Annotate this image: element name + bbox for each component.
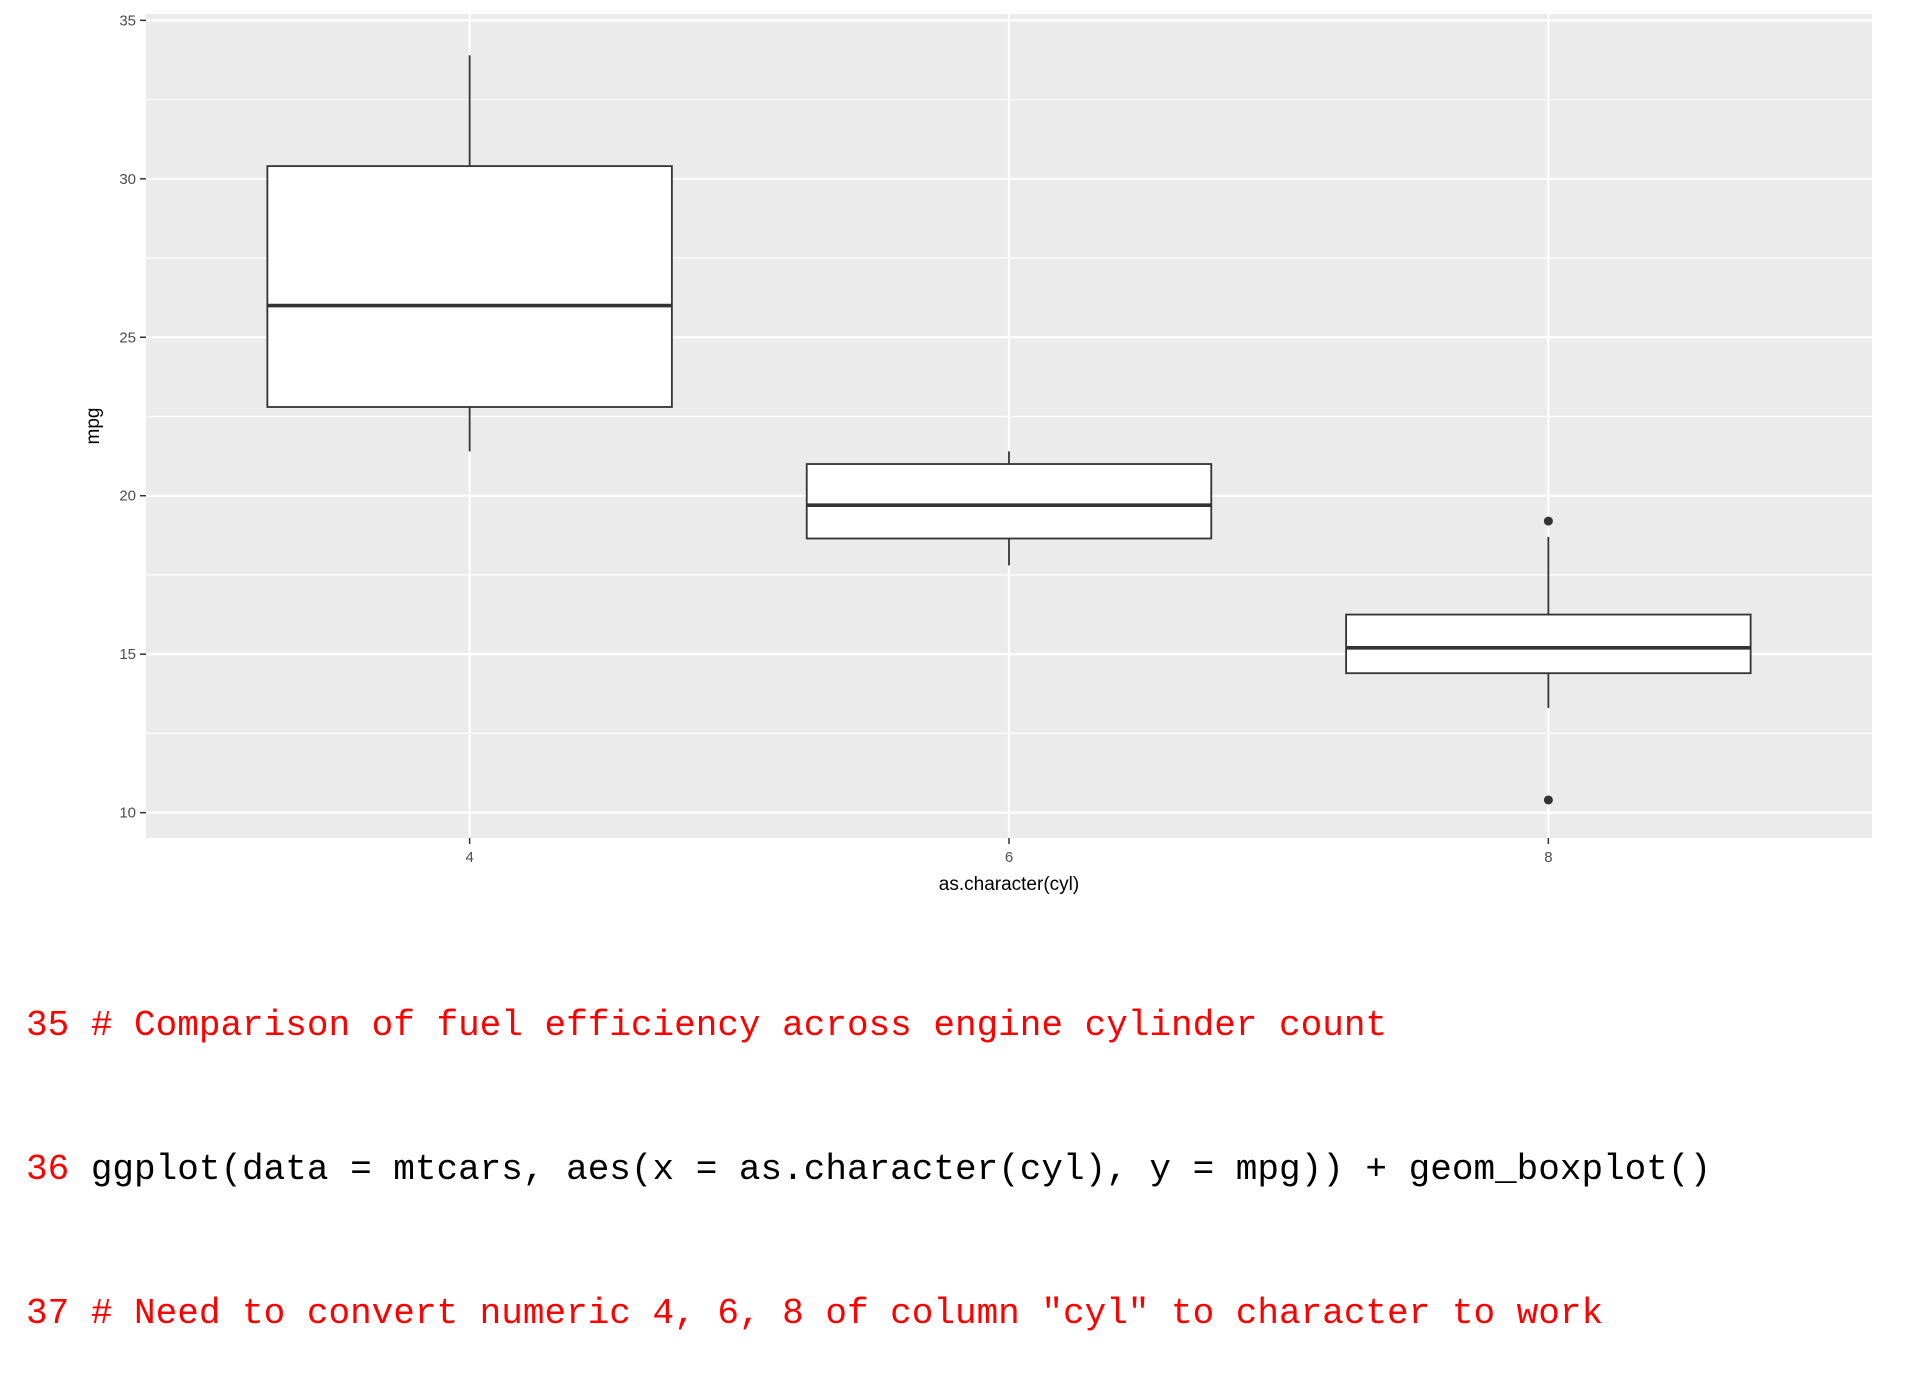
x-tick-label: 8	[1544, 849, 1552, 866]
line-number: 36	[26, 1149, 70, 1190]
y-tick-label: 30	[119, 171, 136, 188]
y-tick-label: 20	[119, 488, 136, 505]
x-axis-title: as.character(cyl)	[939, 874, 1079, 895]
code-line-36: 36 ggplot(data = mtcars, aes(x = as.char…	[26, 1146, 1711, 1194]
y-axis: 10 15 20 25 30 35	[119, 12, 146, 822]
code-line-37: 37 # Need to convert numeric 4, 6, 8 of …	[26, 1290, 1711, 1338]
outlier-point	[1543, 516, 1553, 526]
code-text: # Need to convert numeric 4, 6, 8 of col…	[69, 1293, 1604, 1334]
code-text: ggplot(data = mtcars, aes(x = as.charact…	[69, 1149, 1712, 1190]
y-axis-title: mpg	[83, 408, 104, 445]
x-tick-label: 6	[1005, 849, 1013, 866]
y-tick-label: 10	[119, 805, 136, 822]
y-tick-label: 35	[119, 12, 136, 29]
code-text: # Comparison of fuel efficiency across e…	[69, 1005, 1388, 1046]
outlier-point	[1543, 795, 1553, 805]
line-number: 35	[26, 1005, 70, 1046]
code-snippet: 35 # Comparison of fuel efficiency acros…	[26, 906, 1711, 1386]
box-iqr	[805, 463, 1213, 540]
box-iqr	[1345, 613, 1752, 675]
boxplot-chart: 10 15 20 25 30 35 4 6 8 as.character(cyl) mpg	[83, 12, 1872, 895]
box-iqr	[266, 165, 673, 408]
x-tick-label: 4	[465, 849, 473, 866]
line-number: 37	[26, 1293, 70, 1334]
code-line-35: 35 # Comparison of fuel efficiency acros…	[26, 1002, 1711, 1050]
x-axis: 4 6 8	[465, 838, 1553, 866]
y-tick-label: 15	[119, 646, 136, 663]
y-tick-label: 25	[119, 329, 136, 346]
